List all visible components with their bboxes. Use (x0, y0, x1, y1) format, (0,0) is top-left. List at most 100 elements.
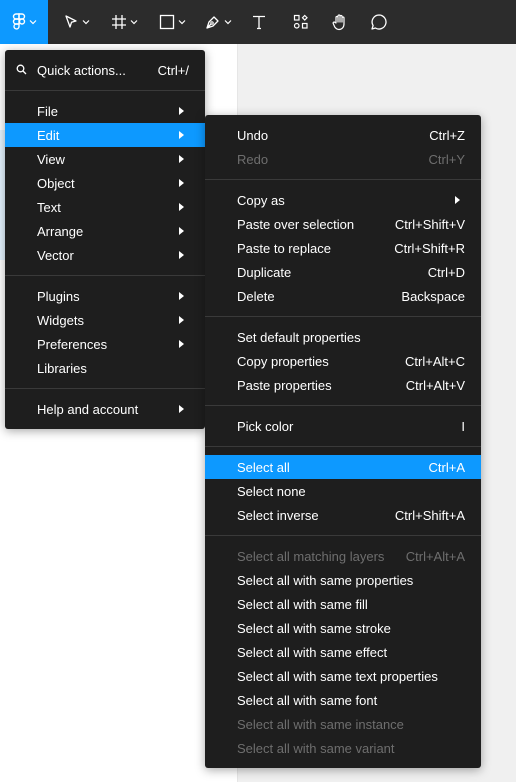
chevron-right-icon (179, 316, 184, 324)
menu-item-label: Select all with same font (237, 692, 378, 708)
pen-icon (205, 16, 219, 29)
menu-separator (205, 179, 481, 180)
chevron-right-icon (455, 196, 460, 204)
menu-item-label: Preferences (37, 336, 108, 352)
menu-item-label: Select all with same stroke (237, 620, 391, 636)
menu-item-shortcut: Ctrl+Alt+C (405, 353, 465, 369)
menu-item-label: Select all with same properties (237, 572, 414, 588)
menu-separator (5, 275, 205, 276)
hand-tool-button[interactable] (325, 0, 355, 44)
chevron-right-icon (179, 340, 184, 348)
menu-item-undo[interactable]: Undo Ctrl+Z (205, 123, 481, 147)
menu-item-label: File (37, 103, 58, 119)
chevron-right-icon (179, 405, 184, 413)
menu-item-set-default-properties[interactable]: Set default properties (205, 325, 481, 349)
menu-separator (205, 405, 481, 406)
menu-item-shortcut: Backspace (401, 288, 465, 304)
menu-item-label: Libraries (37, 360, 87, 376)
menu-item-shortcut: Ctrl+Y (428, 151, 465, 167)
menu-item-paste-properties[interactable]: Paste properties Ctrl+Alt+V (205, 373, 481, 397)
menu-item-preferences[interactable]: Preferences (5, 332, 205, 356)
menu-item-label: Select all with same text properties (237, 668, 438, 684)
menu-item-label: Select all with same effect (237, 644, 388, 660)
menu-item-pick-color[interactable]: Pick color I (205, 414, 481, 438)
menu-item-select-inverse[interactable]: Select inverse Ctrl+Shift+A (205, 503, 481, 527)
comment-icon (371, 14, 387, 30)
edit-submenu: Undo Ctrl+Z Redo Ctrl+Y Copy as Paste over… (205, 115, 481, 768)
menu-item-label: Plugins (37, 288, 80, 304)
menu-item-select-same-text-properties[interactable]: Select all with same text properties (205, 664, 481, 688)
chevron-right-icon (179, 179, 184, 187)
menu-item-view[interactable]: View (5, 147, 205, 171)
resources-icon (293, 14, 308, 29)
menu-item-select-all[interactable]: Select all Ctrl+A (205, 455, 481, 479)
move-tool-button[interactable] (58, 0, 94, 44)
menu-item-label: Copy properties (237, 353, 329, 369)
resources-tool-button[interactable] (286, 0, 316, 44)
search-icon (16, 64, 27, 75)
menu-item-redo: Redo Ctrl+Y (205, 147, 481, 171)
menu-separator (205, 535, 481, 536)
menu-item-select-all-matching-layers: Select all matching layers Ctrl+Alt+A (205, 544, 481, 568)
menu-item-copy-properties[interactable]: Copy properties Ctrl+Alt+C (205, 349, 481, 373)
menu-item-paste-over-selection[interactable]: Paste over selection Ctrl+Shift+V (205, 212, 481, 236)
menu-item-label: Select all matching layers (237, 548, 385, 564)
menu-item-label: View (37, 151, 65, 167)
comment-tool-button[interactable] (364, 0, 394, 44)
chevron-right-icon (179, 203, 184, 211)
menu-item-shortcut: Ctrl+Alt+V (405, 377, 465, 393)
menu-item-label: Select all with same instance (237, 716, 404, 732)
menu-item-paste-to-replace[interactable]: Paste to replace Ctrl+Shift+R (205, 236, 481, 260)
menu-item-shortcut: Ctrl+Shift+A (394, 507, 465, 523)
menu-item-help-and-account[interactable]: Help and account (5, 397, 205, 421)
menu-item-widgets[interactable]: Widgets (5, 308, 205, 332)
menu-item-label: Select all with same fill (237, 596, 368, 612)
menu-item-label: Paste properties (237, 377, 332, 393)
menu-item-label: Arrange (37, 223, 84, 239)
menu-item-shortcut: Ctrl+Alt+A (405, 548, 465, 564)
main-menu-button[interactable] (0, 0, 48, 44)
menu-item-edit[interactable]: Edit (5, 123, 205, 147)
menu-item-delete[interactable]: Delete Backspace (205, 284, 481, 308)
menu-item-file[interactable]: File (5, 99, 205, 123)
menu-item-select-none[interactable]: Select none (205, 479, 481, 503)
menu-item-select-same-fill[interactable]: Select all with same fill (205, 592, 481, 616)
menu-item-duplicate[interactable]: Duplicate Ctrl+D (205, 260, 481, 284)
menu-item-object[interactable]: Object (5, 171, 205, 195)
menu-item-vector[interactable]: Vector (5, 243, 205, 267)
menu-item-label: Select inverse (237, 507, 319, 523)
chevron-down-icon (178, 20, 185, 25)
shape-tool-button[interactable] (154, 0, 190, 44)
figma-logo-icon (12, 13, 25, 30)
menu-item-label: Paste to replace (237, 240, 331, 256)
menu-item-arrange[interactable]: Arrange (5, 219, 205, 243)
menu-item-label: Select none (237, 483, 306, 499)
menu-item-label: Undo (237, 127, 269, 143)
menu-item-label: Select all (237, 459, 290, 475)
pen-tool-button[interactable] (200, 0, 236, 44)
menu-item-select-same-font[interactable]: Select all with same font (205, 688, 481, 712)
menu-item-shortcut: Ctrl+A (428, 459, 465, 475)
menu-item-copy-as[interactable]: Copy as (205, 188, 481, 212)
frame-tool-button[interactable] (106, 0, 142, 44)
menu-item-shortcut: Ctrl+Shift+R (394, 240, 465, 256)
quick-actions-item[interactable]: Quick actions... Ctrl+/ (5, 58, 205, 82)
menu-item-label: Vector (37, 247, 74, 263)
menu-item-select-same-instance: Select all with same instance (205, 712, 481, 736)
menu-item-select-same-effect[interactable]: Select all with same effect (205, 640, 481, 664)
menu-item-label: Copy as (237, 192, 285, 208)
menu-item-plugins[interactable]: Plugins (5, 284, 205, 308)
menu-item-label: Edit (37, 127, 60, 143)
text-tool-button[interactable] (244, 0, 274, 44)
frame-hash-icon (111, 15, 126, 29)
menu-item-libraries[interactable]: Libraries (5, 356, 205, 380)
quick-actions-shortcut: Ctrl+/ (157, 62, 189, 78)
chevron-right-icon (179, 227, 184, 235)
move-pointer-icon (64, 15, 77, 28)
chevron-right-icon (179, 131, 184, 139)
menu-item-select-same-variant: Select all with same variant (205, 736, 481, 760)
menu-item-select-same-properties[interactable]: Select all with same properties (205, 568, 481, 592)
menu-item-select-same-stroke[interactable]: Select all with same stroke (205, 616, 481, 640)
menu-item-shortcut: Ctrl+Z (429, 127, 465, 143)
menu-item-text[interactable]: Text (5, 195, 205, 219)
